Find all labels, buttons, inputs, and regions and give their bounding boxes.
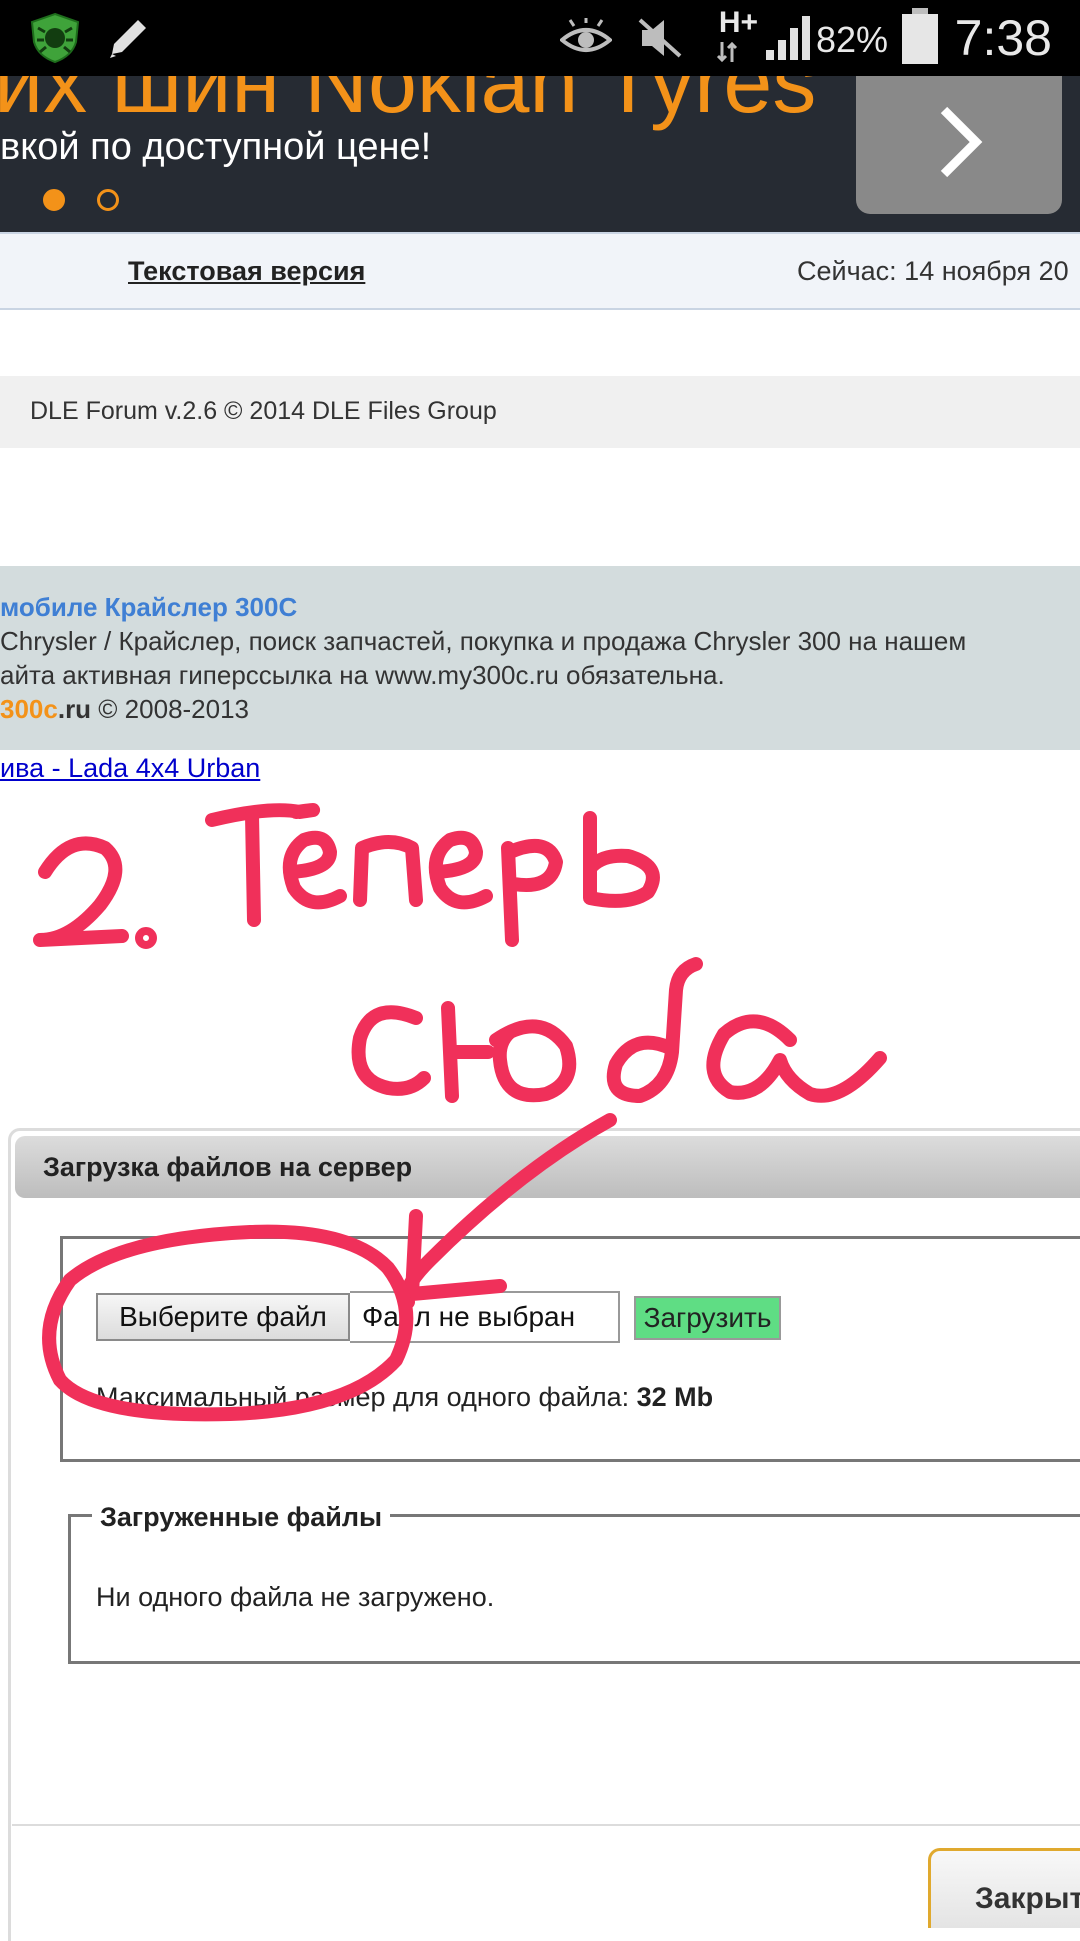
brand-orange: 300c [0, 694, 58, 724]
eye-icon [560, 18, 612, 52]
annotation-letter-a [706, 1014, 887, 1103]
file-status-field: Файл не выбран [350, 1291, 620, 1343]
banner-next-button[interactable] [856, 76, 1062, 214]
text-version-link[interactable]: Текстовая версия [128, 254, 365, 288]
dialog-title: Загрузка файлов на сервер [43, 1152, 413, 1182]
mute-icon [638, 18, 682, 58]
slide-dot-1[interactable] [43, 189, 65, 211]
annotation-digit-2 [33, 836, 129, 947]
battery-percent: 82% [815, 19, 888, 60]
chevron-right-icon [940, 106, 983, 178]
uploaded-files-legend: Загруженные файлы [92, 1500, 391, 1534]
site-footer: мобиле Крайслер 300С Chrysler / Крайслер… [0, 566, 1080, 750]
dialog-divider [12, 1824, 1080, 1826]
promo-banner[interactable]: их шин Nokian Tyres вкой по доступной це… [0, 76, 1080, 232]
current-date: Сейчас: 14 ноября 20 [797, 256, 1069, 286]
max-size-value: 32 Mb [636, 1382, 714, 1412]
annotation-letter-e-1 [282, 830, 347, 910]
footer-brand-line: 300c.ru © 2008-2013 [0, 692, 249, 726]
no-files-message: Ни одного файла не загружено. [96, 1582, 495, 1612]
brand-rest: .ru [57, 694, 92, 724]
annotation-letter-soft-sign [583, 811, 660, 908]
max-size-label: Максимальный размер для одного файла: [96, 1382, 637, 1412]
nav-strip: Текстовая версия Сейчас: 14 ноября 20 [0, 232, 1080, 310]
signal-icon [766, 16, 810, 60]
clock: 7:38 [954, 10, 1052, 66]
footer-years: © 2008-2013 [91, 694, 250, 724]
annotation-period [135, 927, 157, 949]
annotation-letter-t-stem [245, 808, 261, 927]
annotation-letter-d [606, 957, 703, 1103]
footer-title[interactable]: мобиле Крайслер 300С [0, 590, 297, 624]
upload-button[interactable]: Загрузить [634, 1296, 781, 1340]
pencil-icon [110, 20, 146, 58]
annotation-letter-s [351, 1005, 431, 1096]
upload-fieldset [60, 1236, 1080, 1462]
dialog-title-bar[interactable]: Загрузка файлов на сервер [15, 1136, 1080, 1198]
banner-subline: вкой по доступной цене! [0, 126, 432, 168]
annotation-letter-r [501, 838, 563, 947]
niva-link[interactable]: ива - Lada 4x4 Urban [0, 751, 260, 785]
annotation-letter-t-top [205, 803, 320, 827]
slide-dot-2[interactable] [97, 189, 119, 211]
max-size-note: Максимальный размер для одного файла: 32… [96, 1380, 713, 1414]
choose-file-button[interactable]: Выберите файл [96, 1293, 350, 1341]
forum-copyright: DLE Forum v.2.6 © 2014 DLE Files Group [30, 397, 497, 425]
footer-line-2: айта активная гиперссылка на www.my300c.… [0, 660, 725, 690]
close-button[interactable]: Закрыт [928, 1848, 1080, 1928]
annotation-letter-yu [441, 1001, 577, 1103]
footer-line-1: Chrysler / Крайслер, поиск запчастей, по… [0, 626, 967, 656]
battery-icon [902, 8, 938, 64]
annotation-letter-p [353, 835, 423, 907]
network-type: H+ [718, 6, 758, 39]
data-arrows-icon [716, 41, 738, 63]
annotation-letter-e-2 [428, 830, 493, 910]
forum-copyright-bar: DLE Forum v.2.6 © 2014 DLE Files Group [0, 376, 1080, 448]
status-bar: H+ 82% 7:38 [0, 0, 1080, 76]
shield-bug-icon [30, 12, 80, 64]
